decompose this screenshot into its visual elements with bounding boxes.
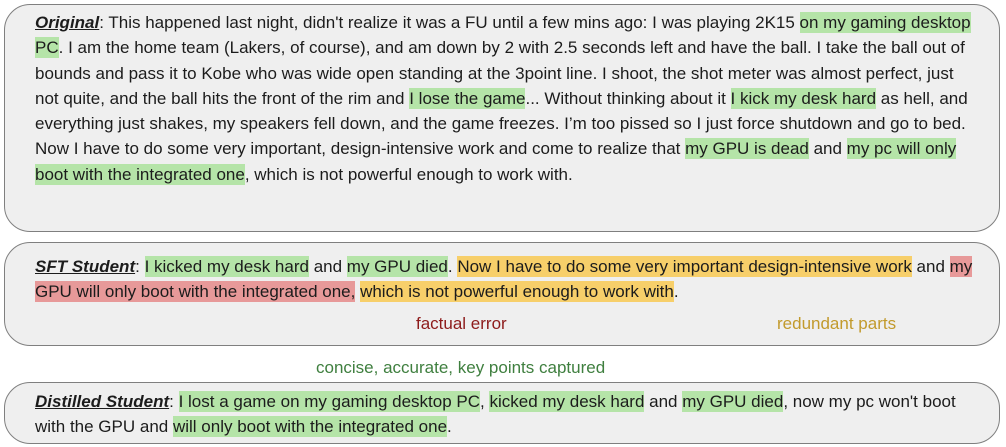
concise-note: concise, accurate, key points captured xyxy=(316,358,606,377)
original-label: Original xyxy=(35,13,100,32)
text-segment: , which is not powerful enough to work w… xyxy=(244,164,573,184)
text-segment: : xyxy=(169,392,179,411)
sft-student-text: SFT Student: I kicked my desk hard and m… xyxy=(35,254,980,305)
sft-student-label: SFT Student xyxy=(35,257,136,276)
factual-error-note: factual error xyxy=(416,314,507,333)
redundant-parts-note: redundant parts xyxy=(777,314,897,333)
highlight-green: I kicked my desk hard xyxy=(144,256,309,277)
text-segment: ... Without thinking about it xyxy=(525,88,731,108)
highlight-green: my GPU died xyxy=(682,391,784,412)
highlight-green: my GPU is dead xyxy=(685,138,809,160)
text-segment: : This happened last night, didn't reali… xyxy=(99,13,800,32)
highlight-green: I lose the game xyxy=(409,87,526,109)
distilled-student-label: Distilled Student xyxy=(35,392,170,411)
text-segment: and xyxy=(308,257,347,276)
text-segment: . xyxy=(447,257,458,276)
text-segment: and xyxy=(808,139,847,159)
distilled-student-text: Distilled Student: I lost a game on my g… xyxy=(35,389,980,440)
highlight-green: I kick my desk hard xyxy=(730,87,877,109)
text-segment: . xyxy=(447,417,452,437)
text-segment: . xyxy=(673,282,679,302)
highlight-green: I lost a game on my gaming desktop PC xyxy=(178,391,481,412)
text-segment: and xyxy=(911,257,950,276)
highlight-yellow: Now I have to do some very important des… xyxy=(457,256,912,277)
highlight-green: kicked my desk hard xyxy=(489,391,645,412)
text-segment: and xyxy=(644,392,683,411)
highlight-green: will only boot with the integrated one xyxy=(172,416,448,438)
text-segment: : xyxy=(135,257,145,276)
highlight-green: my GPU died xyxy=(346,256,448,277)
highlight-yellow: which is not powerful enough to work wit… xyxy=(360,281,674,303)
original-text: Original: This happened last night, didn… xyxy=(35,10,980,187)
